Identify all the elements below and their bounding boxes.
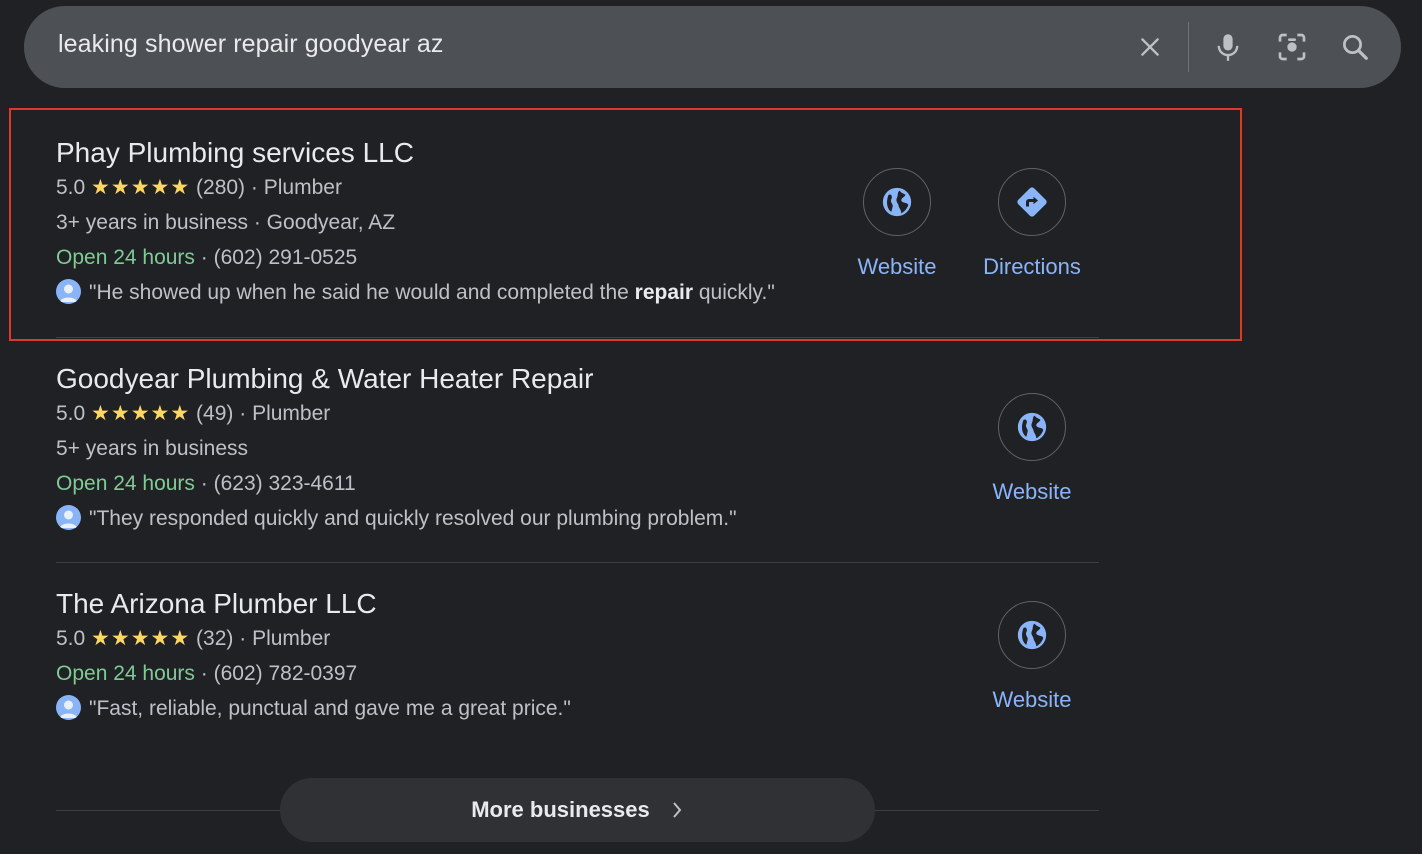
avatar-icon (56, 505, 81, 530)
avatar-icon (56, 279, 81, 304)
more-businesses-button[interactable]: More businesses (280, 778, 875, 842)
business-title[interactable]: Phay Plumbing services LLC (56, 136, 1099, 170)
rating-line: 5.0 ★★★★★ (49) · Plumber (56, 402, 331, 425)
website-button[interactable]: Website (972, 601, 1092, 713)
open-status: Open 24 hours (56, 472, 195, 495)
search-input[interactable]: leaking shower repair goodyear az (58, 30, 443, 59)
phone-number: (623) 323-4611 (213, 472, 356, 495)
business-title[interactable]: Goodyear Plumbing & Water Heater Repair (56, 362, 1099, 396)
business-category: Plumber (263, 176, 342, 199)
rating-stars: ★★★★★ (91, 402, 191, 425)
review-count: (49) (196, 402, 234, 425)
avatar-icon (56, 695, 81, 720)
review-snippet: "Fast, reliable, punctual and gave me a … (56, 691, 1099, 726)
hours-line: Open 24 hours · (623) 323-4611 (56, 472, 356, 495)
rating-line: 5.0 ★★★★★ (32) · Plumber (56, 627, 331, 650)
divider (56, 562, 1099, 563)
phone-number: (602) 291-0525 (213, 246, 358, 269)
directions-label: Directions (983, 254, 1081, 279)
website-label: Website (992, 687, 1072, 712)
globe-icon (863, 168, 931, 236)
camera-lens-icon[interactable] (1272, 27, 1312, 67)
mic-icon[interactable] (1208, 27, 1248, 67)
business-info: 5+ years in business (56, 437, 249, 460)
rating-stars: ★★★★★ (91, 627, 191, 650)
review-snippet: "They responded quickly and quickly reso… (56, 501, 1099, 536)
business-category: Plumber (252, 627, 331, 650)
directions-icon (998, 168, 1066, 236)
phone-number: (602) 782-0397 (213, 662, 358, 685)
globe-icon (998, 393, 1066, 461)
business-title[interactable]: The Arizona Plumber LLC (56, 587, 1099, 621)
globe-icon (998, 601, 1066, 669)
website-label: Website (857, 254, 937, 279)
business-result[interactable]: Goodyear Plumbing & Water Heater Repair … (56, 362, 1099, 536)
website-label: Website (992, 479, 1072, 504)
business-category: Plumber (252, 402, 331, 425)
search-divider (1188, 22, 1189, 72)
rating-value: 5.0 (56, 402, 86, 425)
open-status: Open 24 hours (56, 246, 195, 269)
rating-value: 5.0 (56, 176, 86, 199)
rating-stars: ★★★★★ (91, 176, 191, 199)
rating-value: 5.0 (56, 627, 86, 650)
close-icon[interactable] (1130, 27, 1170, 67)
chevron-right-icon (670, 800, 684, 820)
divider (56, 337, 1099, 338)
review-count: (32) (196, 627, 234, 650)
website-button[interactable]: Website (837, 168, 957, 280)
hours-line: Open 24 hours · (602) 782-0397 (56, 662, 358, 685)
search-bar[interactable]: leaking shower repair goodyear az (24, 6, 1401, 88)
review-snippet: "He showed up when he said he would and … (56, 275, 1099, 310)
review-count: (280) (196, 176, 246, 199)
website-button[interactable]: Website (972, 393, 1092, 505)
search-icon[interactable] (1335, 27, 1375, 67)
open-status: Open 24 hours (56, 662, 195, 685)
business-result[interactable]: The Arizona Plumber LLC 5.0 ★★★★★ (32) ·… (56, 587, 1099, 726)
directions-button[interactable]: Directions (972, 168, 1092, 280)
more-businesses-label: More businesses (471, 797, 650, 822)
